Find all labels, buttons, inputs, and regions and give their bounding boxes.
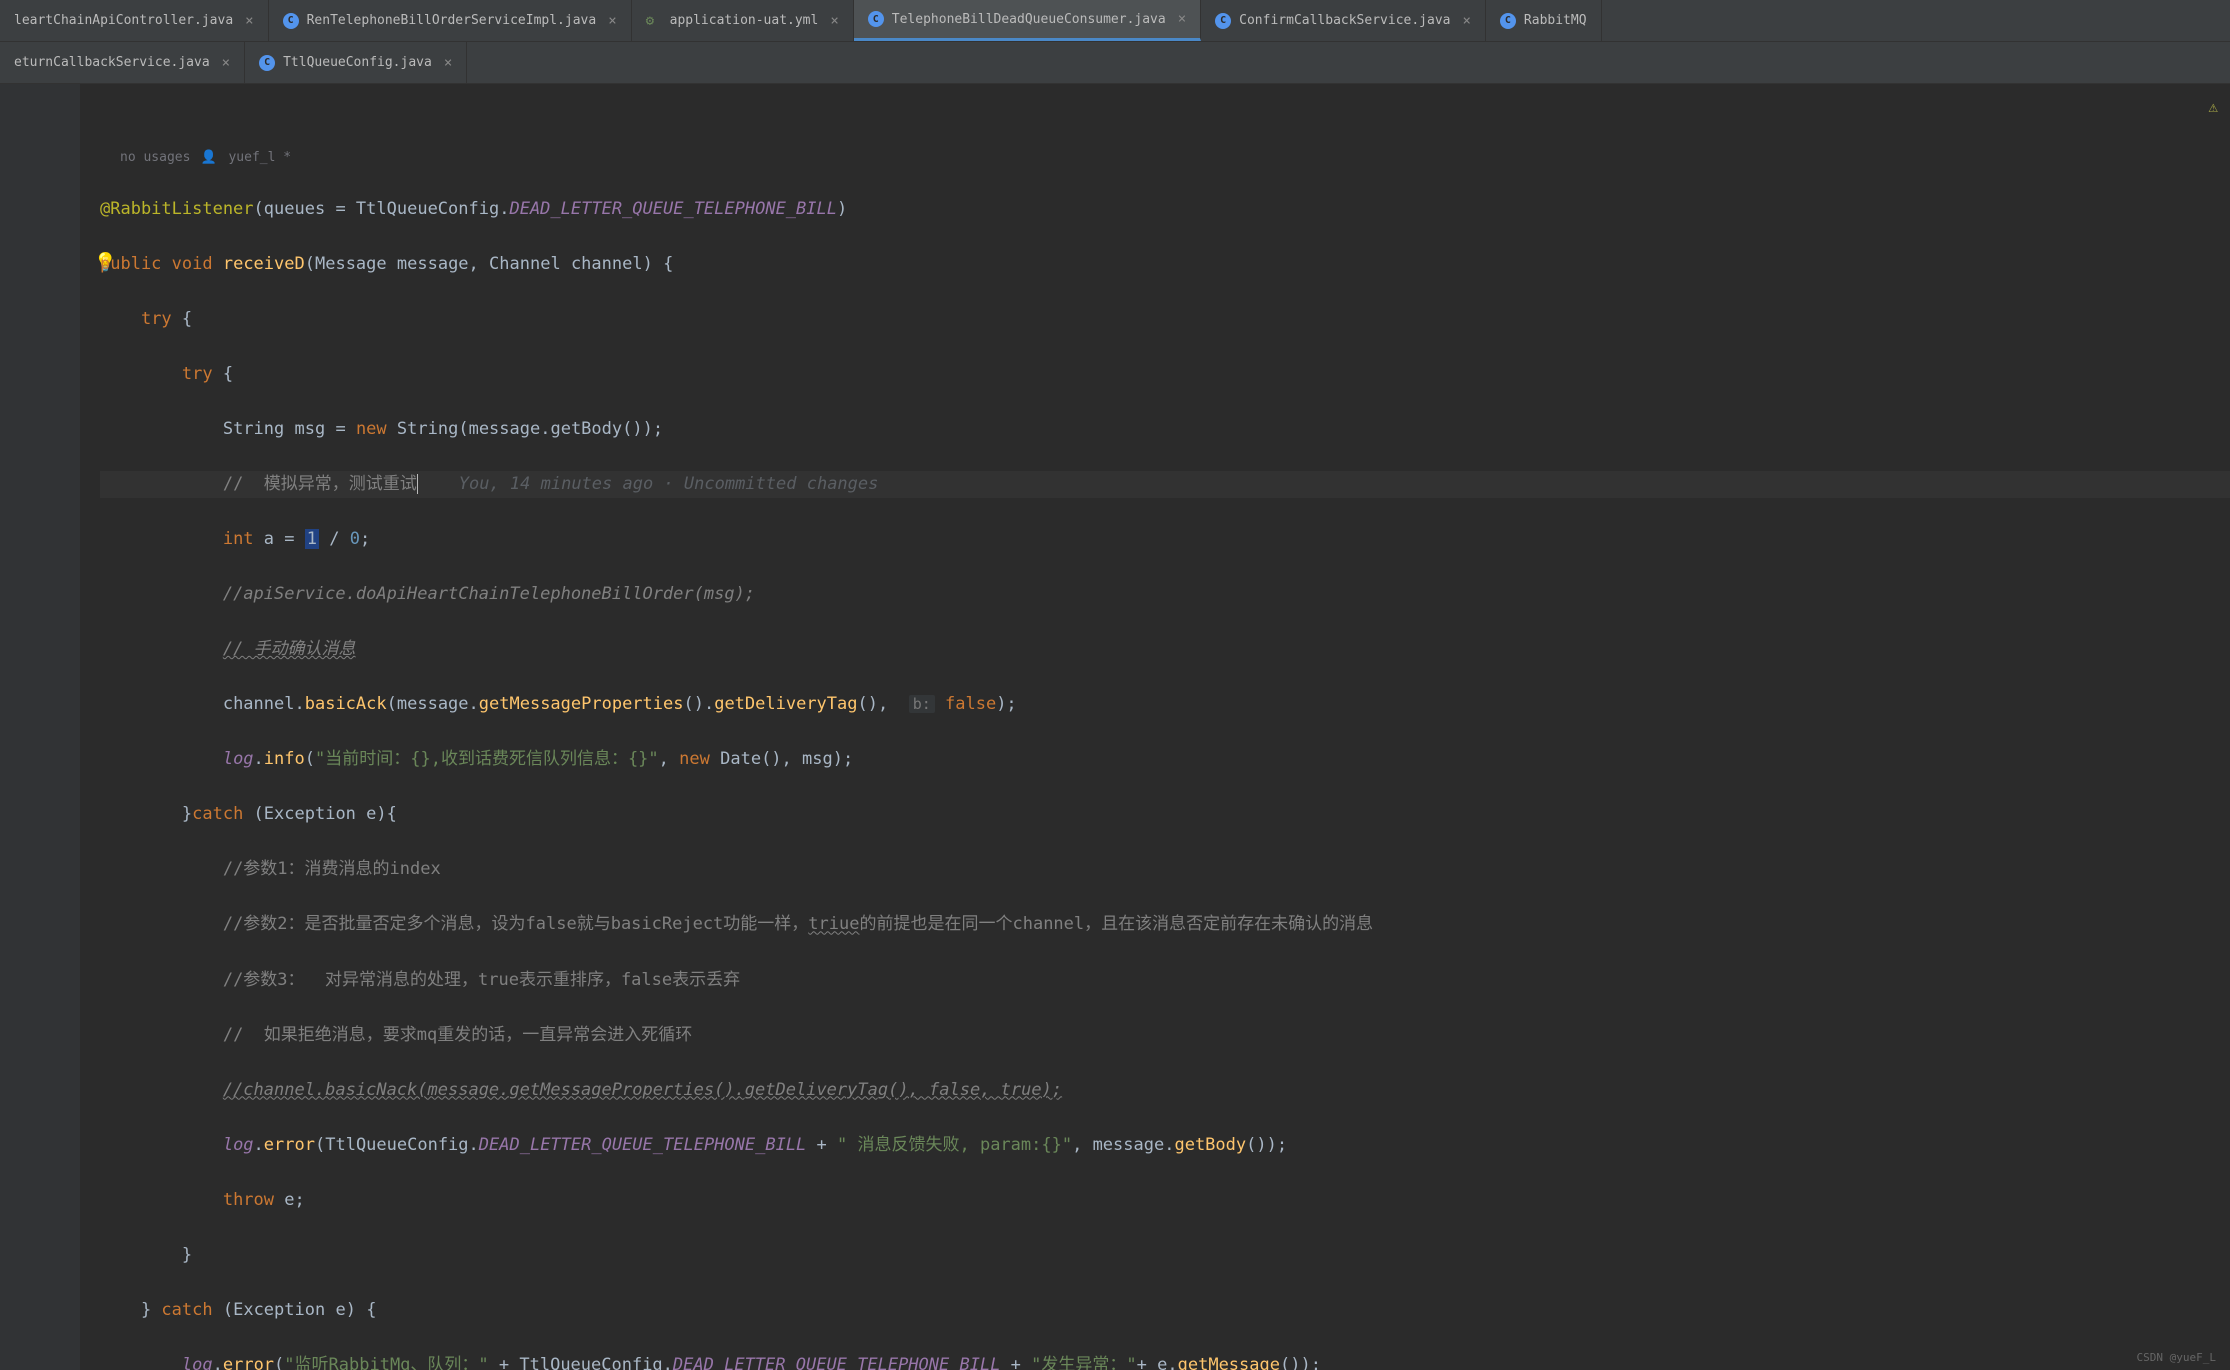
yml-icon (646, 13, 662, 29)
java-class-icon: C (1500, 13, 1516, 29)
close-icon[interactable]: × (1462, 13, 1470, 29)
close-icon[interactable]: × (222, 55, 230, 71)
java-class-icon: C (283, 13, 299, 29)
tab-confirmcallback[interactable]: C ConfirmCallbackService.java × (1201, 0, 1486, 41)
tab-ttlqueueconfig[interactable]: C TtlQueueConfig.java × (245, 42, 467, 83)
tab-label: TelephoneBillDeadQueueConsumer.java (892, 12, 1166, 27)
close-icon[interactable]: × (830, 13, 838, 29)
code-editor[interactable]: ⚠ no usages👤 yuef_l * @RabbitListener(qu… (80, 84, 2230, 1370)
tab-application-uat[interactable]: application-uat.yml × (632, 0, 854, 41)
tab-label: application-uat.yml (670, 13, 819, 28)
close-icon[interactable]: × (444, 55, 452, 71)
tabs-row-1: leartChainApiController.java × C RenTele… (0, 0, 2230, 42)
close-icon[interactable]: × (1178, 11, 1186, 27)
tab-heartchain[interactable]: leartChainApiController.java × (0, 0, 269, 41)
tab-returncallback[interactable]: eturnCallbackService.java × (0, 42, 245, 83)
warning-icon[interactable]: ⚠ (2208, 94, 2218, 120)
usages-author-meta: no usages 👤 yuef_l * (100, 147, 2230, 168)
current-line: // 模拟异常，测试重试 You, 14 minutes ago · Uncom… (100, 471, 2230, 499)
gutter[interactable] (0, 84, 80, 1370)
watermark: CSDN @yueF_L (2137, 1351, 2216, 1364)
close-icon[interactable]: × (245, 13, 253, 29)
tabs-row-2: eturnCallbackService.java × C TtlQueueCo… (0, 42, 2230, 84)
tab-label: ConfirmCallbackService.java (1239, 13, 1450, 28)
java-class-icon: C (868, 11, 884, 27)
tab-label: leartChainApiController.java (14, 13, 233, 28)
tab-label: RabbitMQ (1524, 13, 1587, 28)
inlay-hint: b: (909, 695, 935, 713)
tab-rabbitmq[interactable]: C RabbitMQ (1486, 0, 1602, 41)
java-class-icon: C (259, 55, 275, 71)
java-class-icon: C (1215, 13, 1231, 29)
tab-label: eturnCallbackService.java (14, 55, 210, 70)
usages-label: no usages (120, 147, 190, 168)
close-icon[interactable]: × (608, 13, 616, 29)
editor-area: 💡 ⚠ no usages👤 yuef_l * @RabbitListener(… (0, 84, 2230, 1370)
author-label: 👤 yuef_l * (200, 147, 291, 168)
tab-telephonebilldead[interactable]: C TelephoneBillDeadQueueConsumer.java × (854, 0, 1201, 41)
tab-rentelephone[interactable]: C RenTelephoneBillOrderServiceImpl.java … (269, 0, 632, 41)
git-blame-inline: You, 14 minutes ago · Uncommitted change… (459, 474, 879, 494)
tab-label: TtlQueueConfig.java (283, 55, 432, 70)
tab-label: RenTelephoneBillOrderServiceImpl.java (307, 13, 597, 28)
